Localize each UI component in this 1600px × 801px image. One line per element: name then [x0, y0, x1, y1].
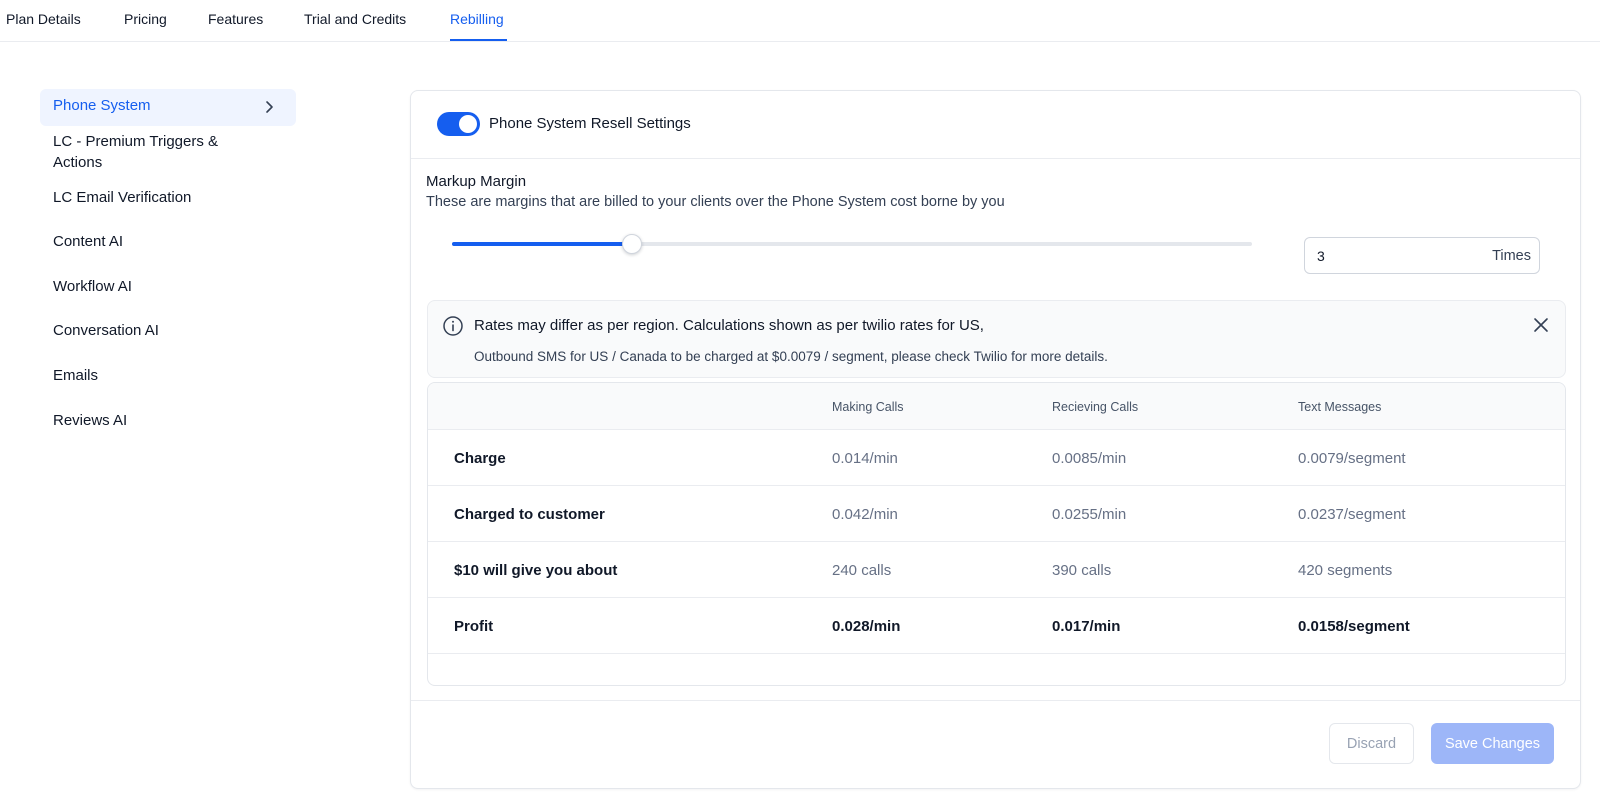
- tab-trial-and-credits[interactable]: Trial and Credits: [304, 11, 406, 27]
- tab-pricing[interactable]: Pricing: [124, 11, 167, 27]
- alert-detail: Outbound SMS for US / Canada to be charg…: [474, 349, 1108, 364]
- table-cell: 0.0237/segment: [1298, 506, 1406, 523]
- resell-settings-title: Phone System Resell Settings: [489, 115, 691, 132]
- row-label: Profit: [454, 618, 494, 635]
- table-cell: 0.0158/segment: [1298, 618, 1410, 635]
- resell-toggle[interactable]: [437, 112, 480, 136]
- row-label: $10 will give you about: [454, 562, 618, 579]
- rates-info-alert: Rates may differ as per region. Calculat…: [427, 300, 1566, 378]
- toggle-knob: [459, 115, 477, 133]
- sidebar-item-phone-system[interactable]: Phone System: [40, 89, 296, 126]
- table-cell: 420 segments: [1298, 562, 1393, 579]
- row-label: Charged to customer: [454, 506, 605, 523]
- table-cell: 0.017/min: [1052, 618, 1121, 635]
- table-header: Making Calls Recieving Calls Text Messag…: [428, 383, 1565, 430]
- alert-message: Rates may differ as per region. Calculat…: [474, 317, 984, 334]
- sidebar-item-content-ai[interactable]: Content AI: [53, 231, 123, 252]
- sidebar-item-emails[interactable]: Emails: [53, 365, 98, 386]
- table-cell: 240 calls: [832, 562, 892, 579]
- column-header: Recieving Calls: [1052, 400, 1139, 414]
- multiplier-input[interactable]: [1317, 238, 1467, 273]
- table-row: Charge 0.014/min 0.0085/min 0.0079/segme…: [428, 430, 1565, 486]
- sidebar-item-workflow-ai[interactable]: Workflow AI: [53, 276, 132, 297]
- table-row: Charged to customer 0.042/min 0.0255/min…: [428, 486, 1565, 542]
- resell-settings-card: Phone System Resell Settings Markup Marg…: [410, 90, 1581, 789]
- markup-margin-description: These are margins that are billed to you…: [426, 194, 1005, 210]
- table-cell: 390 calls: [1052, 562, 1112, 579]
- chevron-right-icon: [266, 101, 273, 113]
- card-footer-divider: [411, 700, 1580, 701]
- tab-plan-details[interactable]: Plan Details: [6, 11, 81, 27]
- sidebar-item-conversation-ai[interactable]: Conversation AI: [53, 320, 159, 341]
- markup-margin-title: Markup Margin: [426, 173, 527, 190]
- save-changes-button[interactable]: Save Changes: [1431, 723, 1554, 764]
- card-header: Phone System Resell Settings: [411, 91, 1580, 159]
- slider-handle[interactable]: [622, 234, 642, 254]
- tab-features[interactable]: Features: [208, 11, 263, 27]
- discard-button[interactable]: Discard: [1329, 723, 1414, 764]
- table-cell: 0.0079/segment: [1298, 450, 1406, 467]
- sidebar-item-premium-triggers[interactable]: LC - Premium Triggers & Actions: [53, 131, 253, 173]
- info-icon: [443, 316, 463, 336]
- tab-rebilling[interactable]: Rebilling: [450, 11, 504, 27]
- table-cell: 0.042/min: [832, 506, 898, 523]
- table-cell: 0.028/min: [832, 618, 901, 635]
- row-label: Charge: [454, 450, 506, 467]
- table-row: Profit 0.028/min 0.017/min 0.0158/segmen…: [428, 598, 1565, 654]
- close-icon[interactable]: [1531, 315, 1551, 335]
- sidebar-item-label: Phone System: [53, 97, 151, 114]
- sidebar-item-email-verification[interactable]: LC Email Verification: [53, 187, 191, 208]
- table-cell: 0.014/min: [832, 450, 898, 467]
- multiplier-suffix: Times: [1492, 248, 1531, 264]
- table-row: $10 will give you about 240 calls 390 ca…: [428, 542, 1565, 598]
- rates-table: Making Calls Recieving Calls Text Messag…: [427, 382, 1566, 686]
- active-tab-indicator: [450, 39, 507, 41]
- column-header: Making Calls: [832, 400, 904, 414]
- slider-fill: [452, 242, 632, 246]
- table-cell: 0.0255/min: [1052, 506, 1127, 523]
- multiplier-field[interactable]: Times: [1304, 237, 1540, 274]
- table-cell: 0.0085/min: [1052, 450, 1127, 467]
- top-tab-bar: Plan Details Pricing Features Trial and …: [0, 0, 1600, 42]
- sidebar-item-reviews-ai[interactable]: Reviews AI: [53, 410, 127, 431]
- column-header: Text Messages: [1298, 400, 1382, 414]
- markup-slider[interactable]: [452, 234, 1252, 254]
